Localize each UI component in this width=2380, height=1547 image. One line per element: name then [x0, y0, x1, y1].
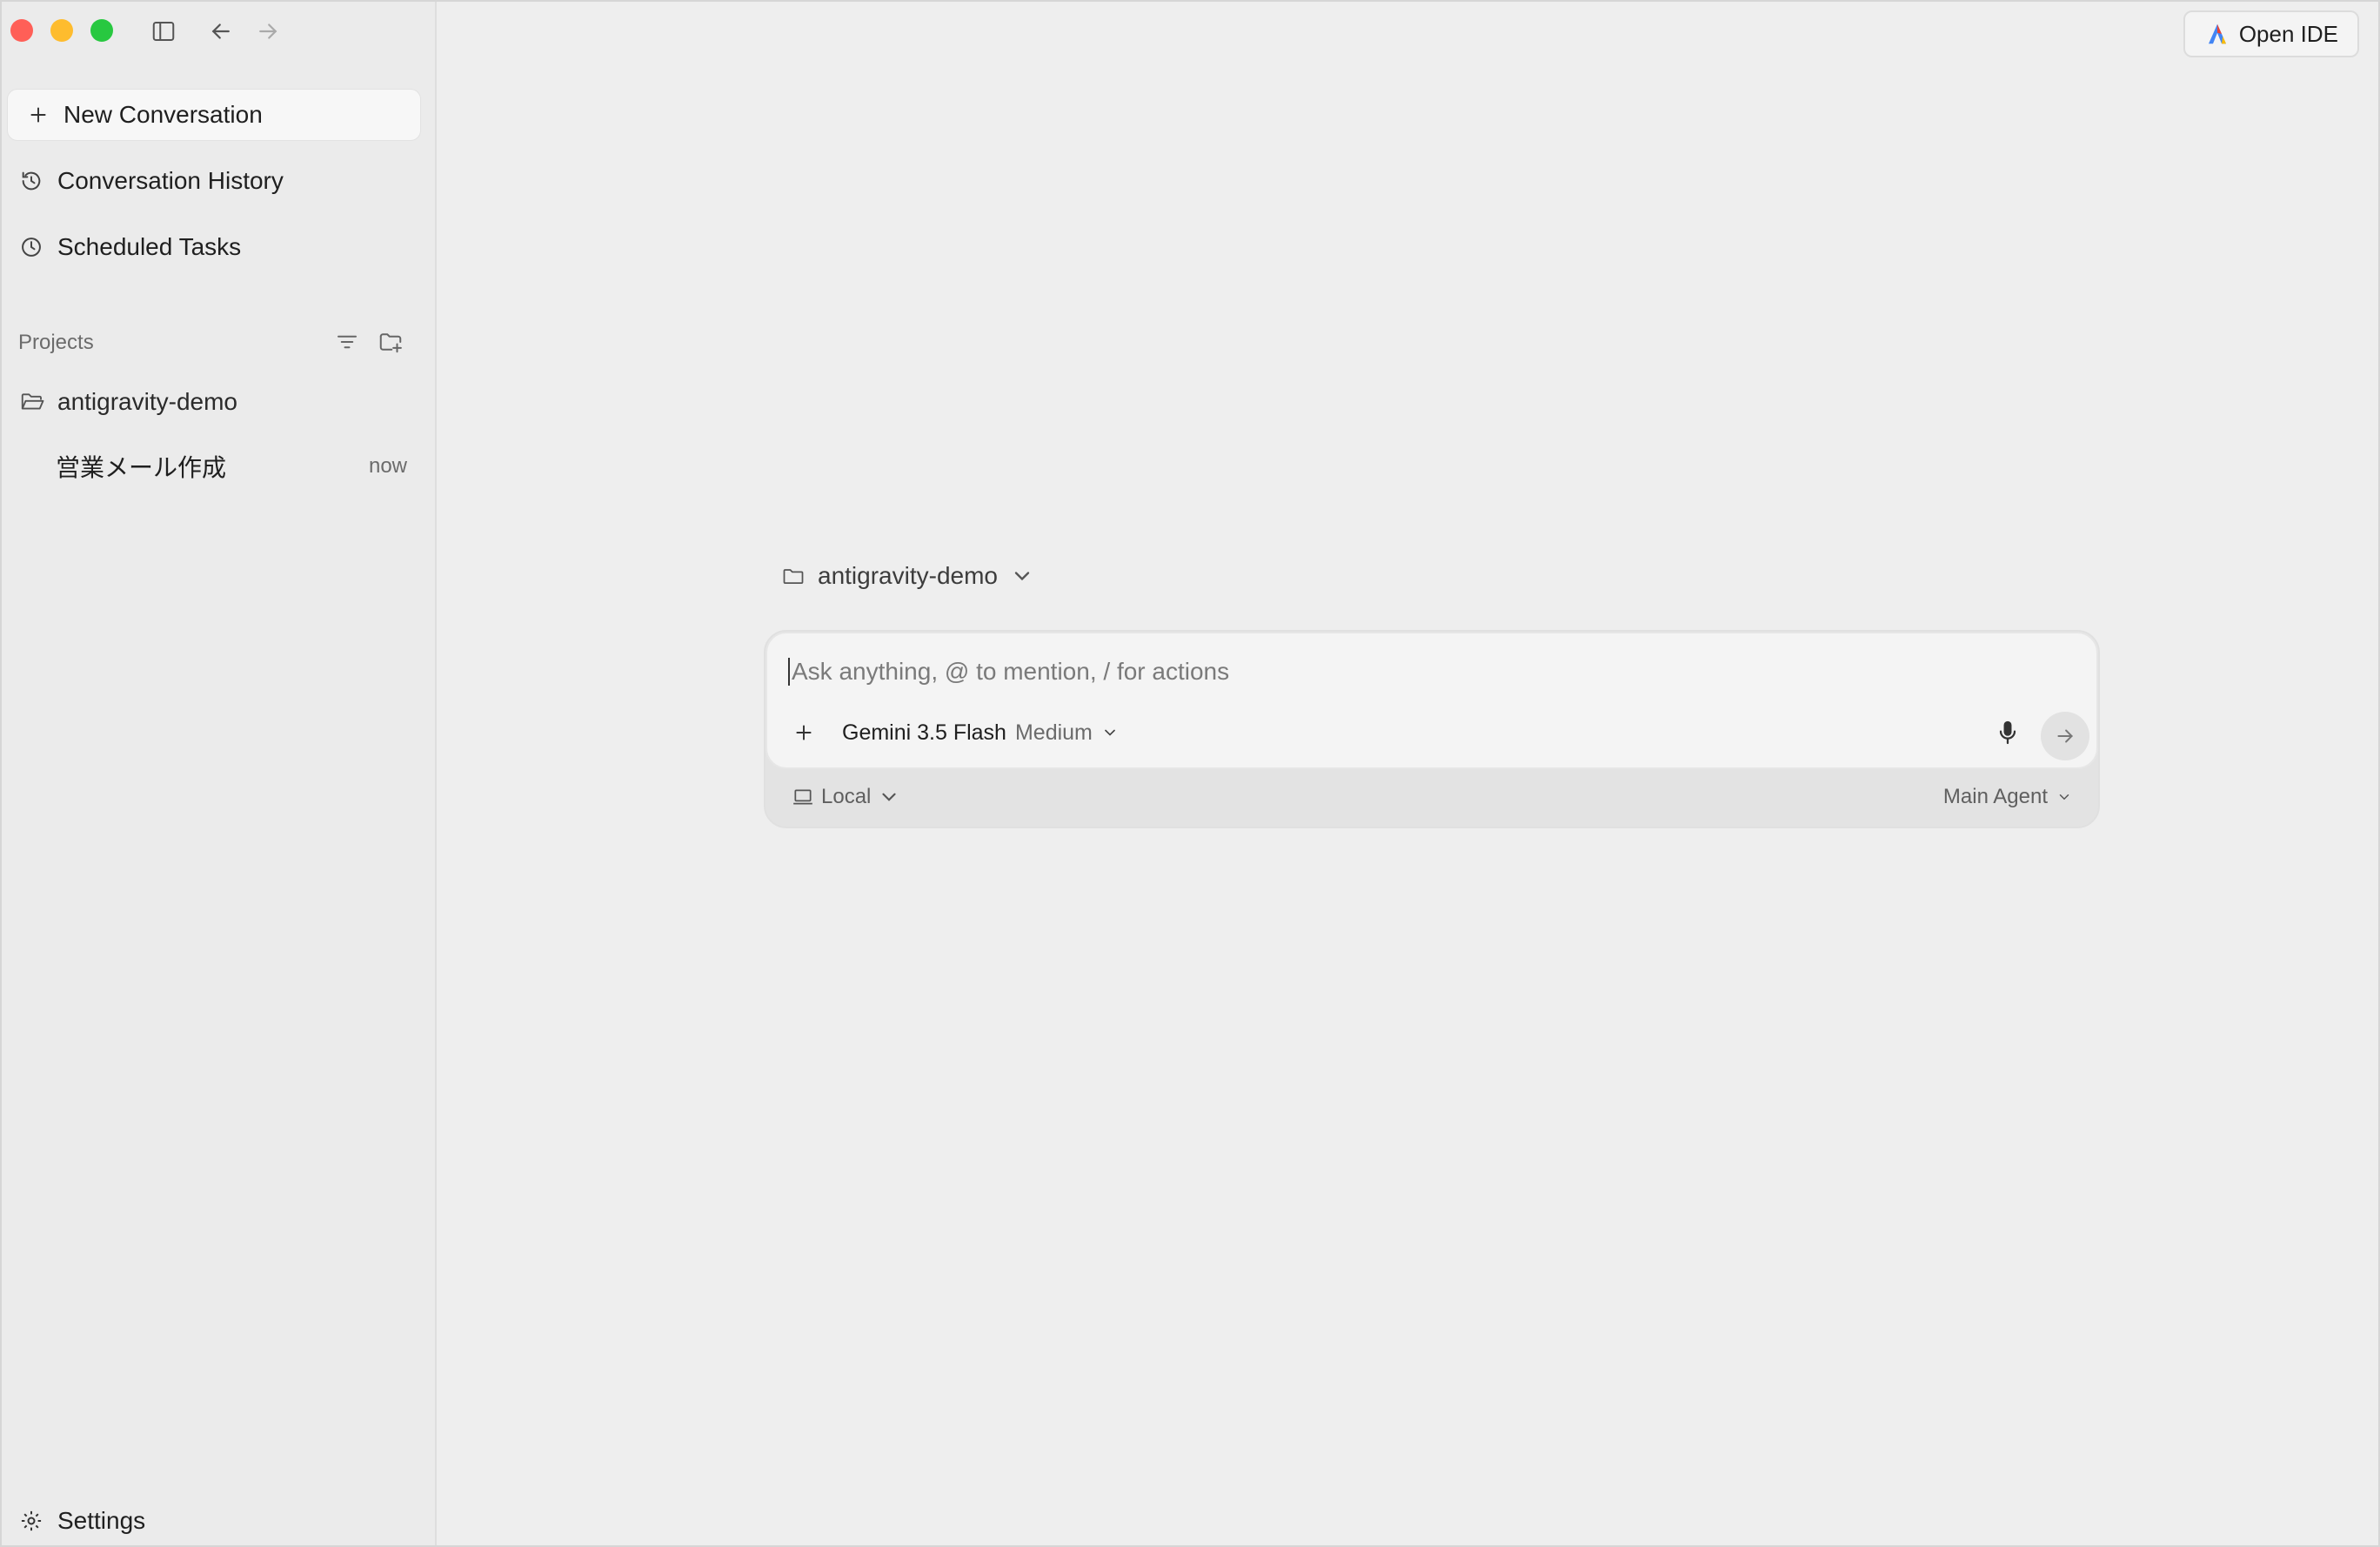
sidebar: New Conversation Conversation History Sc… — [2, 2, 437, 1545]
back-arrow-icon[interactable] — [207, 17, 235, 45]
model-selector[interactable]: Gemini 3.5 Flash Medium — [842, 717, 1119, 748]
settings-label: Settings — [57, 1507, 146, 1534]
folder-open-icon — [21, 393, 44, 410]
plus-icon — [30, 107, 46, 123]
agent-selector[interactable]: Main Agent — [1943, 785, 2072, 809]
chevron-down-icon — [1105, 729, 1115, 736]
add-context-button[interactable] — [788, 717, 819, 748]
projects-actions — [334, 329, 404, 355]
send-button[interactable] — [2041, 712, 2089, 760]
history-icon — [22, 171, 41, 191]
app-window: New Conversation Conversation History Sc… — [0, 0, 2380, 1547]
environment-selector[interactable]: Local — [792, 785, 900, 809]
project-item[interactable]: antigravity-demo — [19, 388, 237, 416]
clock-icon — [22, 238, 41, 257]
close-window-button[interactable] — [10, 19, 33, 42]
new-conversation-label: New Conversation — [64, 101, 263, 128]
forward-arrow-icon[interactable] — [254, 17, 282, 45]
zoom-window-button[interactable] — [90, 19, 113, 42]
laptop-icon — [793, 789, 812, 805]
open-ide-button[interactable]: Open IDE — [2183, 10, 2359, 57]
agent-label: Main Agent — [1942, 785, 2048, 808]
filter-icon[interactable] — [334, 329, 360, 355]
folder-icon — [783, 569, 804, 585]
open-ide-label: Open IDE — [2238, 20, 2338, 47]
model-name: Gemini 3.5 Flash — [842, 720, 1006, 745]
conversation-list-item[interactable]: 営業メール作成 now — [56, 449, 412, 484]
workspace-folder-label: antigravity-demo — [818, 562, 998, 589]
new-folder-icon[interactable] — [378, 329, 404, 355]
workspace-folder-selector[interactable]: antigravity-demo — [781, 562, 1034, 590]
sidebar-item-label: Conversation History — [57, 167, 284, 194]
gear-icon — [21, 1510, 42, 1531]
arrow-right-icon — [2057, 729, 2073, 743]
project-name: antigravity-demo — [57, 388, 237, 415]
minimize-window-button[interactable] — [50, 19, 73, 42]
settings-button[interactable]: Settings — [19, 1507, 145, 1535]
chevron-down-icon — [2059, 794, 2069, 800]
model-effort: Medium — [1014, 720, 1093, 745]
conversation-title: 営業メール作成 — [56, 454, 227, 481]
environment-label: Local — [821, 785, 872, 808]
composer: Ask anything, @ to mention, / for action… — [764, 630, 2100, 828]
microphone-icon[interactable] — [1994, 719, 2022, 747]
toggle-sidebar-icon[interactable] — [150, 17, 177, 45]
chevron-down-icon — [882, 793, 896, 801]
sidebar-item-conversation-history[interactable]: Conversation History — [19, 167, 284, 195]
sidebar-item-label: Scheduled Tasks — [57, 233, 242, 260]
chevron-down-icon — [1014, 572, 1030, 581]
composer-input-area[interactable]: Ask anything, @ to mention, / for action… — [765, 632, 2098, 769]
projects-heading: Projects — [18, 331, 94, 354]
antigravity-logo-icon — [2208, 23, 2226, 44]
sidebar-item-scheduled-tasks[interactable]: Scheduled Tasks — [19, 233, 241, 261]
prompt-input[interactable]: Ask anything, @ to mention, / for action… — [788, 658, 1229, 686]
plus-icon — [796, 725, 812, 740]
window-controls — [10, 19, 113, 42]
new-conversation-button[interactable]: New Conversation — [7, 89, 421, 141]
conversation-time: now — [368, 454, 407, 478]
